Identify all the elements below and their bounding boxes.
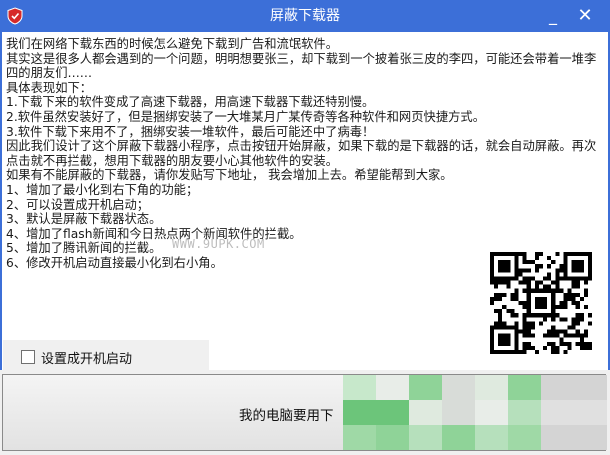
description-text: 我们在网络下载东西的时候怎么避免下载到广告和流氓软件。 其实这是很多人都会遇到的一… xyxy=(6,37,604,271)
description-line: 1.下载下来的软件变成了高速下载器，用高速下载器下载还特别慢。 xyxy=(6,95,375,110)
mosaic-overlay xyxy=(343,375,607,450)
description-line: 3.软件下载下来用不了，捆绑安装一堆软件，最后可能还中了病毒！ xyxy=(6,124,375,139)
description-line: 因此我们设计了这个屏蔽下载器小程序，点击按钮开始屏蔽，如果下载的是下载器的话，就… xyxy=(6,139,597,168)
mosaic-cell xyxy=(574,400,607,425)
close-button[interactable]: ✕ xyxy=(573,4,597,28)
window-title: 屏蔽下载器 xyxy=(270,8,340,24)
startup-checkbox-label[interactable]: 设置成开机启动 xyxy=(41,348,132,367)
mosaic-cell xyxy=(409,425,442,450)
mosaic-cell xyxy=(475,400,508,425)
description-line: 如果有不能屏蔽的下载器，请你发贴写下地址， 我会增加上去。希望能帮到大家。 xyxy=(6,168,453,183)
mosaic-cell xyxy=(442,425,475,450)
mosaic-cell xyxy=(541,375,574,400)
startup-option: 设置成开机启动 xyxy=(3,340,209,372)
mosaic-cell xyxy=(409,400,442,425)
mosaic-cell xyxy=(475,425,508,450)
mosaic-cell xyxy=(574,375,607,400)
description-line: 1、增加了最小化到右下角的功能； xyxy=(6,182,199,197)
description-line: 2、可以设置成开机启动； xyxy=(6,197,150,212)
description-line: 3、默认是屏蔽下载器状态。 xyxy=(6,212,162,227)
mosaic-cell xyxy=(541,400,574,425)
toggle-block-button[interactable]: 我的电脑要用下 xyxy=(2,374,607,451)
mosaic-cell xyxy=(376,400,409,425)
mosaic-cell xyxy=(442,400,475,425)
mosaic-cell xyxy=(376,375,409,400)
description-line: 其实这是很多人都会遇到的一个问题，明明想要张三，却下载到一个披着张三皮的李四，可… xyxy=(6,51,597,81)
mosaic-cell xyxy=(508,400,541,425)
mosaic-cell xyxy=(475,375,508,400)
minimize-button[interactable]: _ xyxy=(541,4,565,28)
mosaic-cell xyxy=(376,425,409,450)
startup-checkbox[interactable] xyxy=(21,350,35,364)
mosaic-cell xyxy=(343,425,376,450)
title-bar[interactable]: 屏蔽下载器 _ ✕ xyxy=(0,0,610,32)
description-line: 2.软件虽然安装好了，但是捆绑安装了一大堆某月广某传奇等各种软件和网页快捷方式。 xyxy=(6,109,486,124)
qr-code-icon xyxy=(490,252,592,354)
description-line: 4、增加了flash新闻和今日热点两个新闻软件的拦截。 xyxy=(6,226,302,241)
mosaic-cell xyxy=(343,375,376,400)
mosaic-cell xyxy=(442,375,475,400)
mosaic-cell xyxy=(508,425,541,450)
mosaic-cell xyxy=(409,375,442,400)
watermark: WWW.9UPK.COM xyxy=(172,237,265,251)
mosaic-cell xyxy=(574,425,607,450)
mosaic-cell xyxy=(541,425,574,450)
mosaic-cell xyxy=(343,400,376,425)
description-panel: 我们在网络下载东西的时候怎么避免下载到广告和流氓软件。 其实这是很多人都会遇到的一… xyxy=(0,32,610,370)
toggle-block-button-label: 我的电脑要用下 xyxy=(239,408,334,424)
description-line: 具体表现如下： xyxy=(6,80,93,95)
mosaic-cell xyxy=(508,375,541,400)
description-line: 我们在网络下载东西的时候怎么避免下载到广告和流氓软件。 xyxy=(6,37,339,51)
